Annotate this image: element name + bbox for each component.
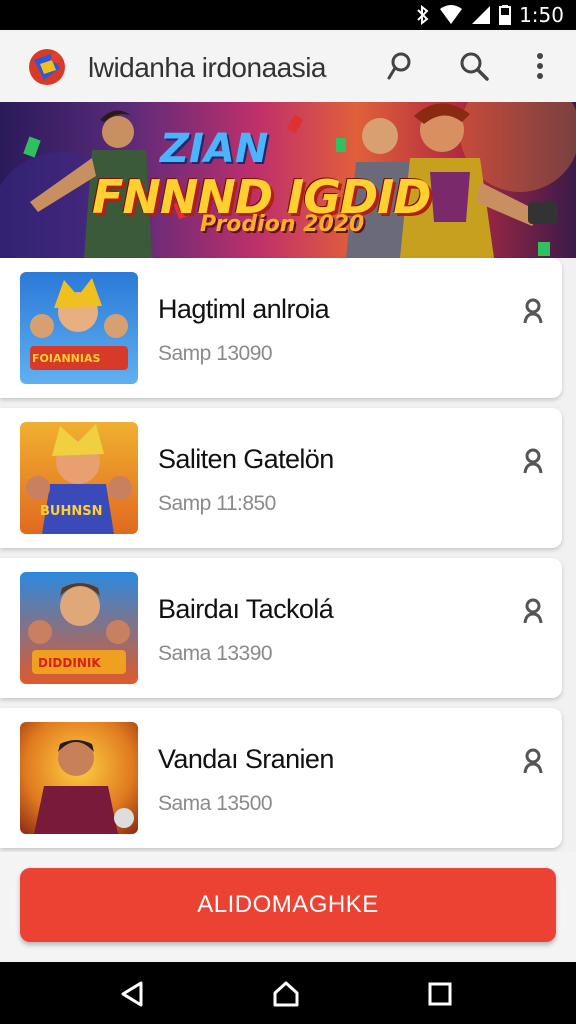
nav-recents-button[interactable]: [422, 976, 458, 1012]
game-title: Bairdaı Tackolá: [158, 594, 334, 624]
bluetooth-icon: [417, 5, 429, 25]
pin-icon: [387, 52, 411, 80]
card-action-button[interactable]: [518, 294, 548, 328]
more-vert-icon: [537, 53, 543, 79]
person-pin-icon: [523, 298, 543, 324]
recents-icon: [428, 982, 452, 1006]
wifi-icon: [440, 5, 463, 24]
game-thumbnail: FOIANNIAS: [20, 272, 138, 384]
game-thumbnail: BUHNSN: [20, 422, 138, 534]
search-button[interactable]: [456, 48, 492, 84]
card-action-button[interactable]: [518, 444, 548, 478]
game-thumbnail: DIDDINIK: [20, 572, 138, 684]
system-nav-bar: [0, 962, 576, 1024]
nav-back-button[interactable]: [114, 976, 150, 1012]
signal-icon: [472, 6, 491, 24]
banner-subtitle: Prodion 2020: [200, 212, 365, 237]
status-icons: 1:50: [415, 3, 564, 27]
thumbnail-badge: BUHNSN: [40, 504, 103, 519]
game-title: Hagtiml anlroia: [158, 294, 330, 324]
app-bar: lwidanha irdonaasia: [0, 30, 576, 102]
app-logo-icon: [29, 49, 65, 85]
game-card[interactable]: DIDDINIK Bairdaı Tackolá Sama 13390: [0, 558, 562, 698]
game-card[interactable]: BUHNSN Saliten Gatelön Samp 11:850: [0, 408, 562, 548]
person-pin-icon: [523, 598, 543, 624]
back-icon: [121, 981, 143, 1007]
home-icon: [273, 981, 299, 1007]
status-bar: 1:50: [0, 0, 576, 30]
card-action-button[interactable]: [518, 744, 548, 778]
game-title: Vandaı Sranien: [158, 744, 334, 774]
game-subtitle: Samp 11:850: [158, 492, 276, 515]
person-pin-icon: [523, 748, 543, 774]
thumbnail-art: [30, 278, 128, 370]
status-time: 1:50: [519, 3, 564, 27]
pin-button[interactable]: [382, 48, 418, 84]
nav-home-button[interactable]: [268, 976, 304, 1012]
thumbnail-badge: FOIANNIAS: [32, 352, 101, 365]
game-subtitle: Sama 13390: [158, 642, 273, 665]
person-pin-icon: [523, 448, 543, 474]
game-card[interactable]: FOIANNIAS Hagtiml anlroia Samp 13090: [0, 258, 562, 398]
thumbnail-badge: DIDDINIK: [38, 656, 101, 670]
more-options-button[interactable]: [522, 48, 558, 84]
thumbnail-art: [34, 740, 134, 834]
battery-icon: [499, 5, 512, 25]
banner-title: ZIAN: [160, 126, 269, 172]
card-action-button[interactable]: [518, 594, 548, 628]
game-subtitle: Sama 13500: [158, 792, 273, 815]
primary-action-button[interactable]: ALIDOMAGHKE: [20, 868, 556, 942]
game-subtitle: Samp 13090: [158, 342, 273, 365]
promo-banner[interactable]: ZIAN FNNND IGDID Prodion 2020: [0, 102, 576, 258]
game-card[interactable]: Vandaı Sranien Sama 13500: [0, 708, 562, 848]
game-title: Saliten Gatelön: [158, 444, 334, 474]
game-thumbnail: [20, 722, 138, 834]
search-icon: [460, 52, 489, 81]
app-title: lwidanha irdonaasia: [88, 52, 327, 83]
